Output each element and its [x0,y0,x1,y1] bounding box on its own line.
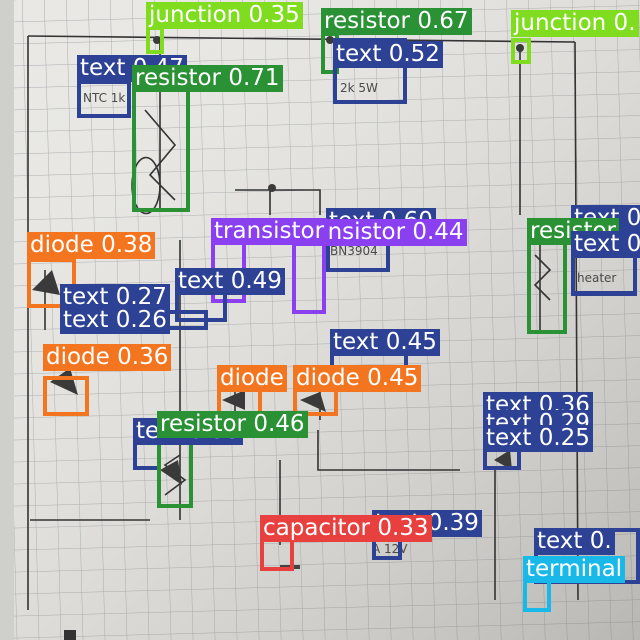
junction-detection-label: junction 0. [511,10,639,37]
terminal-detection-label: terminal [523,556,626,583]
diode-detection-label: diode 0.45 [293,365,422,392]
text-detection-box [77,80,131,118]
text-detection-label: text 0.49 [175,268,285,295]
junction-detection-box [511,38,531,64]
diode-detection-label: diode 0.38 [27,232,156,259]
diode-detection-box [43,376,89,416]
text-detection-label: text 0. [534,528,615,555]
diode-detection-label: diode [217,365,287,392]
resistor-detection-box [132,88,190,212]
text-detection-label: text 0.52 [333,41,443,68]
resistor-detection-box [157,436,193,508]
junction-detection-label: junction 0.35 [146,2,303,29]
text-detection-label: text 0.26 [60,307,170,334]
transistor-detection-box [292,234,326,314]
detection-image: NTC 1k 2k 5W BN3904 heater A 12V junctio… [0,0,640,640]
resistor-detection-box [527,230,567,334]
resistor-detection-label: resistor 0.67 [321,8,472,35]
transistor-detection-label: transistor [211,218,328,245]
resistor-detection-label: resistor 0.71 [132,65,283,92]
capacitor-detection-label: capacitor 0.33 [260,515,432,542]
resistor-detection-label: resistor 0.46 [157,411,308,438]
text-detection-label: text 0.45 [330,329,440,356]
text-detection-label: text 0. [571,231,640,258]
junction-detection-box [146,26,164,54]
diode-detection-label: diode 0.36 [43,344,172,371]
text-detection-label: text 0.25 [483,425,593,452]
